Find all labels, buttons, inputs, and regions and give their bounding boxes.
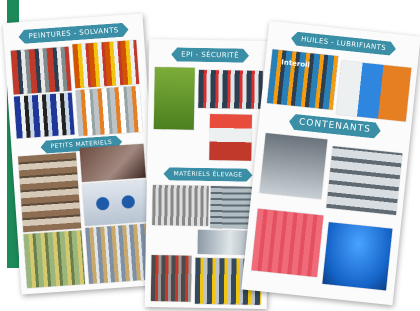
photo-hardware-display — [18, 152, 82, 233]
photo-livestock-equipment — [152, 185, 209, 227]
brand-logo-text: Interoil — [280, 58, 311, 70]
photo-paint-shelf — [10, 46, 72, 95]
category-sheet-paints-hardware: Peintures - Solvants Petits matériels — [2, 13, 162, 295]
photo-hardware-display — [23, 230, 86, 289]
photo-hardware-display — [85, 223, 153, 284]
photo-safety-equipment — [198, 69, 263, 109]
banner-ppe-safety: EPI - Sécurité — [171, 47, 249, 62]
photo-paint-shelf — [72, 39, 140, 89]
photo-ibc-tank — [259, 133, 328, 200]
category-sheet-oils-containers: Huiles - Lubrifiants Interoil Contenants — [241, 20, 420, 306]
photo-paint-shelf — [13, 92, 75, 139]
photo-safety-equipment — [153, 67, 195, 130]
photo-pink-crate — [251, 208, 324, 278]
photo-paint-shelf — [75, 85, 143, 137]
banner-livestock-equipment: Matériels élevage — [163, 167, 252, 182]
photo-hardware-display — [79, 143, 146, 183]
photo-ibc-tank — [326, 146, 403, 216]
photo-hardware-display — [82, 179, 149, 226]
photo-livestock-equipment — [150, 255, 192, 302]
photo-oil-drums — [336, 60, 412, 122]
photo-safety-equipment — [209, 114, 253, 161]
photo-oil-display: Interoil — [266, 49, 339, 110]
photo-blue-barrel — [322, 222, 393, 291]
